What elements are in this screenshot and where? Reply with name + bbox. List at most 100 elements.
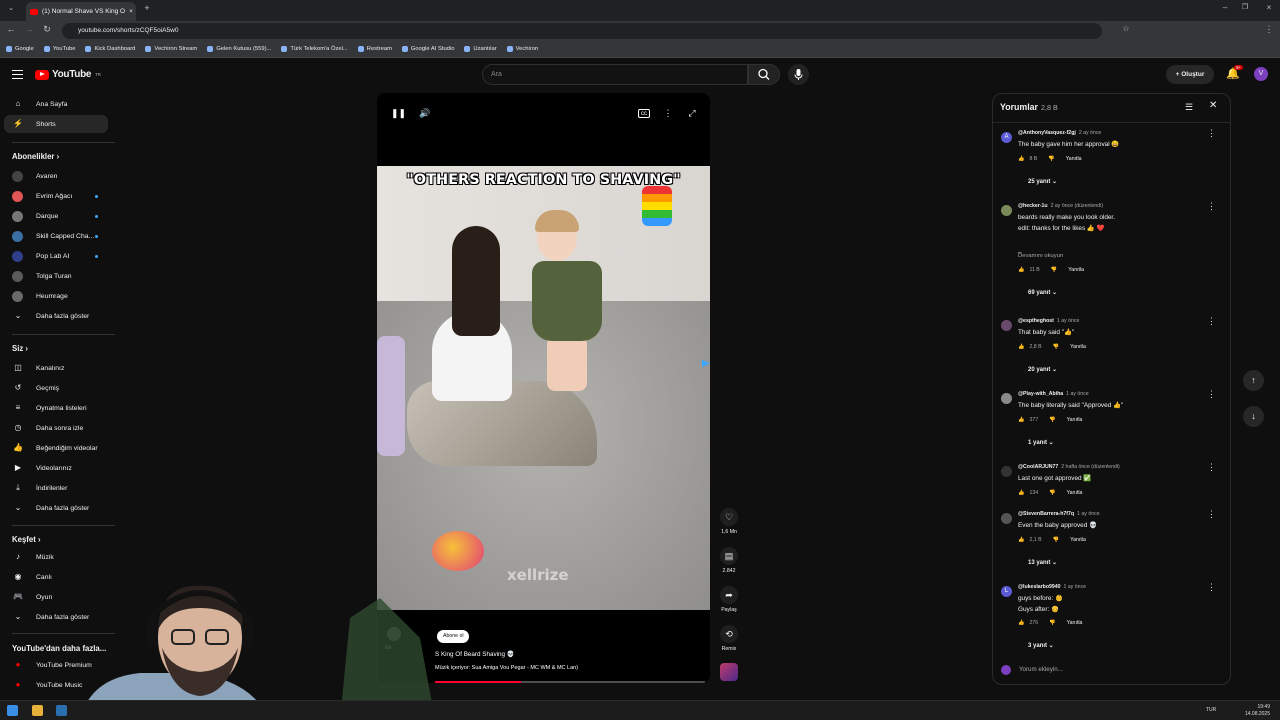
share-action[interactable]: ➦ Paylaş [718,586,740,613]
channel-avatar[interactable] [387,627,401,641]
comment-author[interactable]: @esptheghost [1018,318,1054,324]
like-icon[interactable]: 👍 [1018,344,1024,350]
account-avatar[interactable]: V [1254,67,1268,81]
commenter-avatar[interactable] [1001,466,1012,477]
view-replies-button[interactable]: 1 yanıt ⌄ [1028,439,1054,446]
reply-button[interactable]: Yanıtla [1067,417,1083,423]
reply-button[interactable]: Yanıtla [1070,537,1086,543]
clock[interactable]: 19:49 14.08.2025 [1245,704,1270,717]
sound-thumbnail-image[interactable] [720,663,738,681]
read-more-link[interactable]: Devamını okuyun [1018,253,1063,259]
shorts-player[interactable]: ❚❚ 🔊 cc ⋮ ⤢ "OTHERS REACTION TO SHAVING"… [377,93,710,683]
tab-close-icon[interactable]: × [129,8,133,15]
sidebar-item[interactable]: ◉ Canlı [4,568,108,586]
view-replies-button[interactable]: 3 yanıt ⌄ [1028,642,1054,649]
previous-video-button[interactable]: ↑ [1243,370,1264,391]
bookmark-item[interactable]: Restream [357,46,392,52]
heart-icon[interactable]: ♡ [720,508,738,526]
sidebar-subscription-item[interactable]: Darque [4,207,108,225]
minimize-icon[interactable]: – [1218,3,1232,12]
commenter-avatar[interactable] [1001,393,1012,404]
comments-action[interactable]: ▤ 2.842 [718,547,740,574]
like-icon[interactable]: 👍 [1018,620,1024,626]
view-replies-button[interactable]: 25 yanıt ⌄ [1028,178,1057,185]
maximize-icon[interactable]: ❐ [1238,3,1252,11]
sidebar-item[interactable]: ⌄ Daha fazla göster [4,499,108,517]
dislike-icon[interactable]: 👎 [1048,156,1054,162]
like-action[interactable]: ♡ 1,6 Mn [718,508,740,535]
comment-menu-icon[interactable]: ⋮ [1207,582,1216,593]
sidebar-item[interactable]: ⌄ Daha fazla göster [4,307,108,325]
sidebar-item[interactable]: 🎮 Oyun [4,588,108,606]
sidebar-item[interactable]: ◷ Daha sonra izle [4,419,108,437]
dislike-icon[interactable]: 👎 [1049,490,1055,496]
comment-author[interactable]: @StevenBarrera-h7f7q [1018,511,1074,517]
volume-icon[interactable]: 🔊 [419,107,431,119]
sidebar-item[interactable]: 👍 Beğendiğim videolar [4,439,108,457]
reply-button[interactable]: Yanıtla [1070,344,1086,350]
comment-menu-icon[interactable]: ⋮ [1207,389,1216,400]
bookmark-item[interactable]: Google [6,46,34,52]
steam-icon[interactable] [56,705,67,716]
video-music[interactable]: Müzik içeriyor: Sua Amiga Vou Pegar - MC… [435,665,578,671]
reply-button[interactable]: Yanıtla [1067,490,1083,496]
sidebar-subscription-item[interactable]: Pop Lab AI [4,247,108,265]
start-icon[interactable] [7,705,18,716]
sidebar-explore-heading[interactable]: Keşfet › [12,535,41,544]
back-icon[interactable]: ← [4,24,18,34]
remix-icon[interactable]: ⟲ [720,625,738,643]
fullscreen-icon[interactable]: ⤢ [686,107,698,119]
hamburger-menu-icon[interactable] [12,70,23,79]
view-replies-button[interactable]: 20 yanıt ⌄ [1028,366,1057,373]
search-button[interactable] [748,64,780,85]
sidebar-item[interactable]: ⚡ Shorts [4,115,108,133]
subscribe-button[interactable]: Abone ol [437,630,470,643]
tab-list-icon[interactable]: ⌄ [4,4,18,12]
commenter-avatar[interactable]: L [1001,586,1012,597]
view-replies-button[interactable]: 69 yanıt ⌄ [1028,289,1057,296]
window-close-icon[interactable]: × [1262,3,1276,12]
bookmark-item[interactable]: Vechiron [506,46,538,52]
language-indicator[interactable]: TUR [1206,707,1216,713]
sidebar-item[interactable]: ● YouTube Music [4,676,108,694]
dislike-icon[interactable]: 👎 [1053,537,1059,543]
comment-author[interactable]: @lukeslarbo9940 [1018,584,1061,590]
player-more-icon[interactable]: ⋮ [662,107,674,119]
video-title[interactable]: S King Of Beard Shaving 💀 [435,650,515,658]
sidebar-item[interactable]: ● YouTube Premium [4,656,108,674]
sidebar-subscription-item[interactable]: Avaren [4,167,108,185]
browser-menu-icon[interactable]: ⋮ [1262,24,1276,35]
progress-bar[interactable] [435,681,705,683]
commenter-avatar[interactable] [1001,320,1012,331]
bookmark-item[interactable]: Gelen Kutusu (559)... [207,46,271,52]
captions-icon[interactable]: cc [638,109,650,118]
sound-thumbnail[interactable] [718,663,740,681]
like-icon[interactable]: 👍 [1018,537,1024,543]
sidebar-item[interactable]: ♪ Müzik [4,548,108,566]
sidebar-item[interactable]: ↺ Geçmiş [4,379,108,397]
comment-author[interactable]: @AnthonyVasquez-f2gj [1018,130,1076,136]
sidebar-item[interactable]: ⌂ Ana Sayfa [4,95,108,113]
like-icon[interactable]: 👍 [1018,417,1024,423]
comment-menu-icon[interactable]: ⋮ [1207,316,1216,327]
dislike-icon[interactable]: 👎 [1049,417,1055,423]
comment-menu-icon[interactable]: ⋮ [1207,509,1216,520]
file-explorer-icon[interactable] [32,705,43,716]
sidebar-item[interactable]: ◫ Kanalınız [4,359,108,377]
bookmark-item[interactable]: YouTube [43,46,75,52]
forward-icon[interactable]: → [22,24,36,34]
comment-author[interactable]: @hecker-1u [1018,203,1048,209]
dislike-icon[interactable]: 👎 [1051,267,1057,273]
share-icon[interactable]: ➦ [720,586,738,604]
dislike-icon[interactable]: 👎 [1053,344,1059,350]
create-button[interactable]: + Oluştur [1166,65,1214,84]
reload-icon[interactable]: ↻ [40,24,54,35]
pause-icon[interactable]: ❚❚ [391,107,406,119]
comment-author[interactable]: @CoolARJUN77 [1018,464,1058,470]
sort-icon[interactable]: ☰ [1185,102,1193,113]
bookmark-item[interactable]: Türk Telekom'a Özel... [281,46,348,52]
bookmark-item[interactable]: Vechiron Stream [145,46,197,52]
like-icon[interactable]: 👍 [1018,490,1024,496]
close-comments-icon[interactable]: ✕ [1209,100,1217,111]
sidebar-item[interactable]: ▶ Videolarınız [4,459,108,477]
